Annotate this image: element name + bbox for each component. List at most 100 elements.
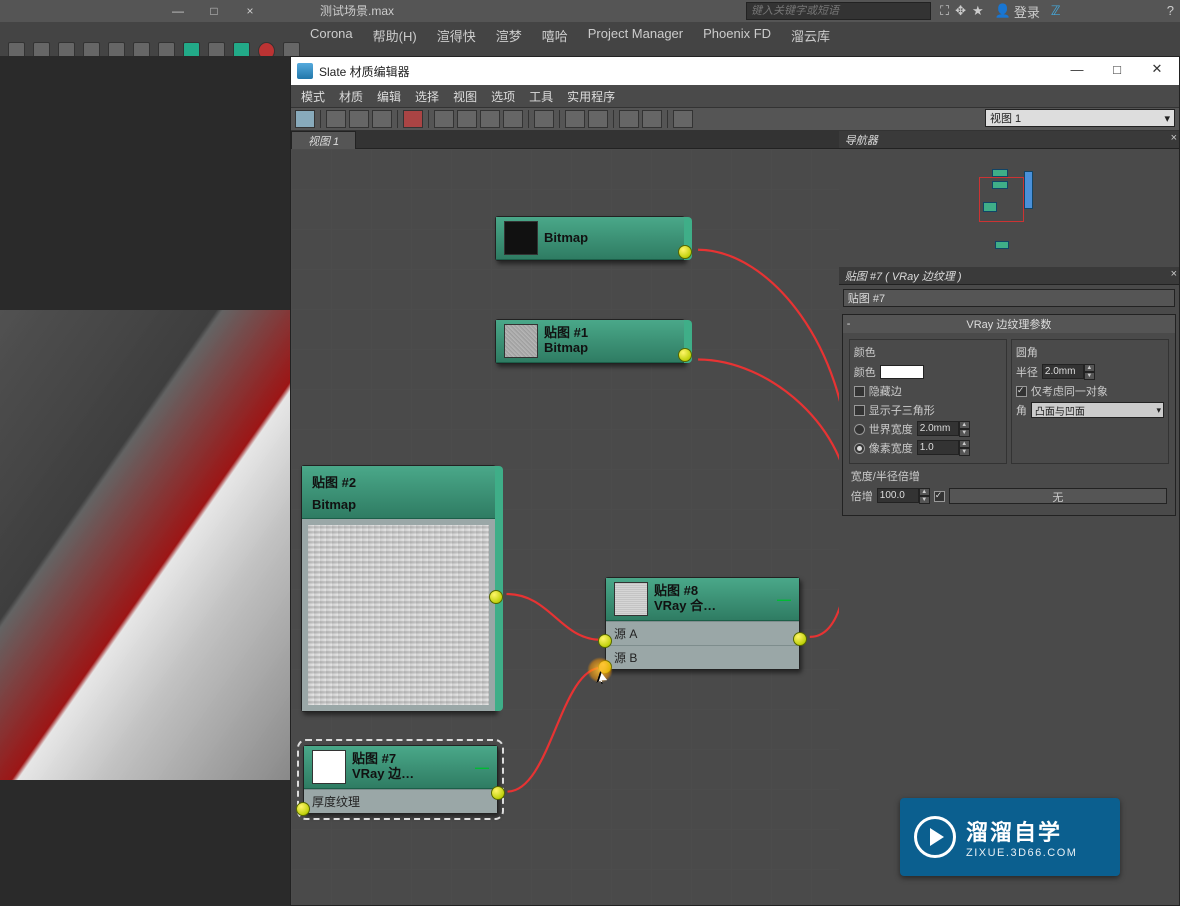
canvas-tab-strip[interactable] — [356, 131, 839, 149]
pointer-icon[interactable] — [295, 110, 315, 128]
tool-icon[interactable] — [326, 110, 346, 128]
menu-item[interactable]: 模式 — [301, 88, 325, 105]
toolbar-icon[interactable]: ⛶ — [940, 3, 949, 19]
field-label: 隐藏边 — [869, 383, 902, 399]
node-bitmap[interactable]: Bitmap — [495, 216, 685, 261]
delete-icon[interactable] — [403, 110, 423, 128]
input-port[interactable] — [296, 802, 310, 816]
close-icon[interactable]: × — [1171, 268, 1177, 280]
menu-item[interactable]: 视图 — [453, 88, 477, 105]
login-button[interactable]: 👤 登录 — [990, 2, 1045, 21]
map-slot-button[interactable]: 无 — [949, 488, 1167, 504]
output-port[interactable] — [678, 245, 692, 259]
slate-material-editor-window: Slate 材质编辑器 — □ ✕ 模式 材质 编辑 选择 视图 选项 工具 实… — [290, 56, 1180, 906]
tool-icon[interactable] — [565, 110, 585, 128]
viewport[interactable] — [0, 56, 290, 906]
menu-item[interactable]: 渲得快 — [437, 26, 476, 45]
output-port[interactable] — [678, 348, 692, 362]
collapse-icon[interactable]: — — [777, 591, 791, 607]
scene-file-title: 测试场景.max — [320, 2, 394, 19]
node-vray-edge-tex[interactable]: 贴图 #7VRay 边… — 厚度纹理 — [303, 745, 498, 814]
spinner[interactable]: ▲▼ — [1042, 364, 1095, 380]
ext-icon[interactable]: ℤ — [1051, 3, 1061, 19]
maximize-button[interactable]: □ — [1097, 57, 1137, 81]
spinner[interactable]: ▲▼ — [917, 421, 970, 437]
node-bitmap-large[interactable]: 贴图 #2 Bitmap — [301, 465, 496, 712]
minimize-button[interactable]: — — [1057, 57, 1097, 81]
menu-item[interactable]: Phoenix FD — [703, 26, 771, 45]
tool-icon[interactable] — [372, 110, 392, 128]
menu-item[interactable]: 溜云库 — [791, 26, 830, 45]
spinner[interactable]: ▲▼ — [877, 488, 930, 504]
spinner[interactable]: ▲▼ — [917, 440, 970, 456]
menu-item[interactable]: Project Manager — [588, 26, 683, 45]
tool-icon[interactable] — [673, 110, 693, 128]
minimize-icon[interactable]: — — [160, 0, 196, 22]
menu-item[interactable]: 嘻哈 — [542, 26, 568, 45]
checkbox[interactable] — [854, 405, 865, 416]
menu-item[interactable]: 工具 — [529, 88, 553, 105]
color-swatch[interactable] — [880, 365, 924, 379]
toolbar-icon[interactable]: ★ — [972, 3, 984, 19]
input-port[interactable] — [598, 660, 612, 674]
menu-item[interactable]: 实用程序 — [567, 88, 615, 105]
render-preview — [0, 310, 290, 780]
tool-icon[interactable] — [619, 110, 639, 128]
field-label: 仅考虑同一对象 — [1031, 383, 1108, 399]
tool-icon[interactable] — [588, 110, 608, 128]
tool-icon[interactable] — [434, 110, 454, 128]
output-port[interactable] — [489, 590, 503, 604]
menu-item[interactable]: 帮助(H) — [373, 26, 417, 45]
checkbox[interactable] — [934, 491, 945, 502]
menu-item[interactable]: 编辑 — [377, 88, 401, 105]
watermark: 溜溜自学ZIXUE.3D66.COM — [900, 798, 1120, 876]
output-port[interactable] — [793, 632, 807, 646]
user-icon: 👤 — [995, 3, 1011, 19]
view-dropdown[interactable]: 视图 1 — [985, 109, 1175, 127]
tool-icon[interactable] — [503, 110, 523, 128]
canvas-tab[interactable]: 视图 1 — [291, 131, 356, 149]
node-slot[interactable]: 源 A — [606, 621, 799, 645]
close-icon[interactable]: × — [232, 0, 268, 22]
tool-icon[interactable] — [480, 110, 500, 128]
node-thumb — [614, 582, 648, 616]
menu-item[interactable]: 渲梦 — [496, 26, 522, 45]
close-button[interactable]: ✕ — [1137, 57, 1177, 81]
help-icon[interactable]: ? — [1167, 3, 1174, 18]
corner-dropdown[interactable]: 凸面与凹面 — [1031, 402, 1164, 418]
node-bitmap[interactable]: 贴图 #1Bitmap — [495, 319, 685, 364]
host-window-controls: — □ × — [160, 0, 268, 22]
node-canvas[interactable]: Bitmap 贴图 #1Bitmap 贴图 #2 — [291, 149, 839, 905]
search-input[interactable] — [746, 2, 931, 20]
input-port[interactable] — [598, 634, 612, 648]
tool-icon[interactable] — [642, 110, 662, 128]
rollout-header[interactable]: -VRay 边纹理参数 — [843, 315, 1175, 333]
tool-icon[interactable] — [457, 110, 477, 128]
node-slot[interactable]: 源 B — [606, 645, 799, 669]
node-thumb — [504, 221, 538, 255]
checkbox[interactable] — [1016, 386, 1027, 397]
menu-item[interactable]: 选择 — [415, 88, 439, 105]
output-port[interactable] — [491, 786, 505, 800]
maximize-icon[interactable]: □ — [196, 0, 232, 22]
menu-item[interactable]: 材质 — [339, 88, 363, 105]
close-icon[interactable]: × — [1171, 132, 1177, 144]
toolbar-icon[interactable]: ✥ — [955, 3, 966, 19]
radio[interactable] — [854, 443, 865, 454]
collapse-icon[interactable]: — — [475, 759, 489, 775]
slate-titlebar[interactable]: Slate 材质编辑器 — □ ✕ — [291, 57, 1179, 85]
node-preview — [308, 525, 489, 705]
map-name-input[interactable] — [843, 289, 1175, 307]
node-vray-composite[interactable]: 贴图 #8VRay 合… — 源 A 源 B — [605, 577, 800, 670]
tool-icon[interactable] — [349, 110, 369, 128]
navigator-panel[interactable] — [839, 149, 1179, 267]
tool-icon[interactable] — [534, 110, 554, 128]
radio[interactable] — [854, 424, 865, 435]
node-type: Bitmap — [544, 341, 588, 356]
checkbox[interactable] — [854, 386, 865, 397]
node-slot[interactable]: 厚度纹理 — [304, 789, 497, 813]
menu-item[interactable]: Corona — [310, 26, 353, 45]
property-title: 贴图 #7 ( VRay 边纹理 )× — [839, 267, 1179, 285]
menu-item[interactable]: 选项 — [491, 88, 515, 105]
node-grip[interactable] — [495, 466, 503, 711]
